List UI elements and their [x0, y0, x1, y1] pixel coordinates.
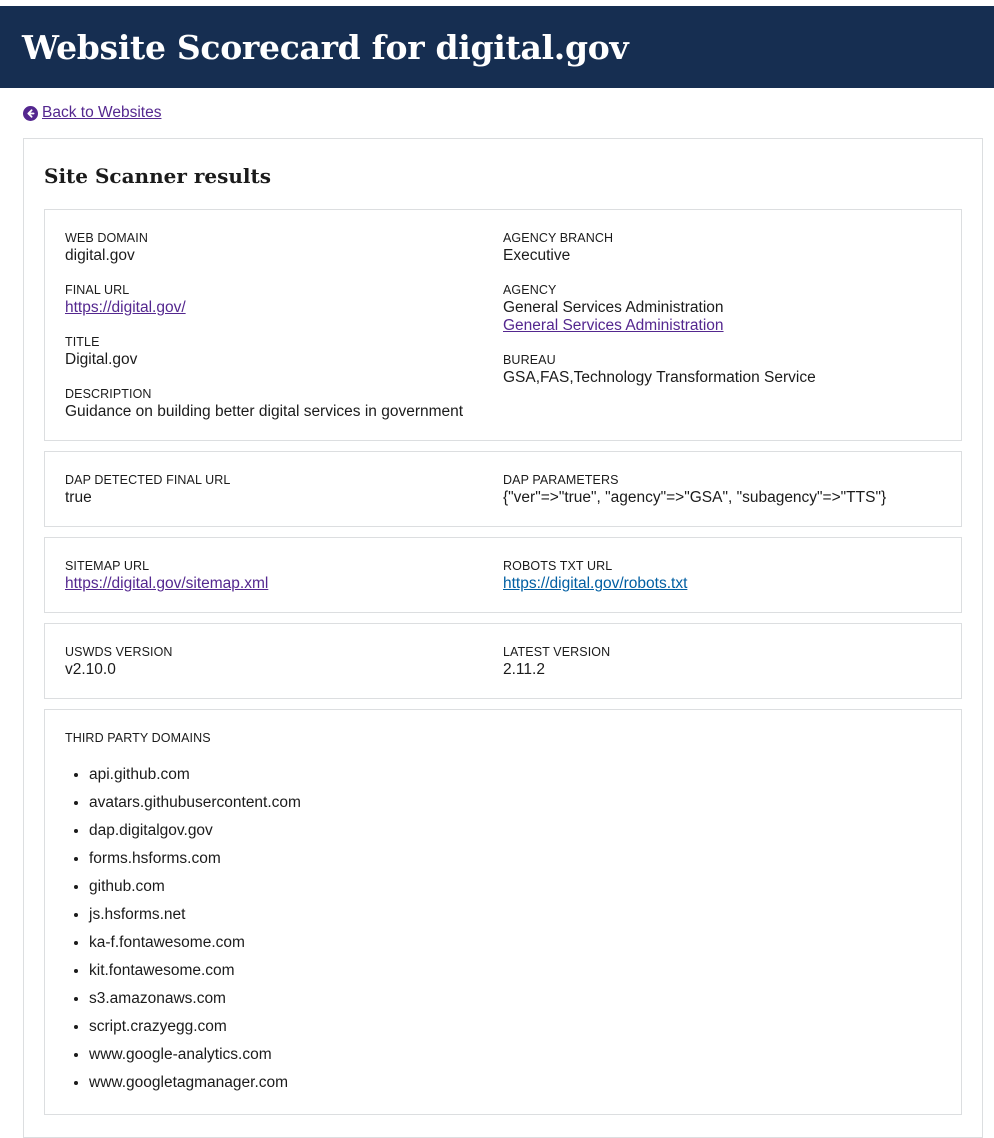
sitemap-field: SITEMAP URL https://digital.gov/sitemap.… — [65, 558, 268, 593]
dap-panel: DAP DETECTED FINAL URL true DAP PARAMETE… — [44, 451, 962, 527]
dap-parameters-label: DAP PARAMETERS — [503, 473, 619, 487]
list-item: kit.fontawesome.com — [89, 959, 301, 987]
list-item: s3.amazonaws.com — [89, 987, 301, 1015]
overview-panel: WEB DOMAIN digital.gov FINAL URL https:/… — [44, 209, 962, 441]
title-value: Digital.gov — [65, 351, 138, 368]
sitemap-label: SITEMAP URL — [65, 559, 150, 573]
final-url-field: FINAL URL https://digital.gov/ — [65, 282, 186, 317]
title-field: TITLE Digital.gov — [65, 334, 137, 369]
web-domain-field: WEB DOMAIN digital.gov — [65, 230, 148, 265]
robots-label: ROBOTS TXT URL — [503, 559, 613, 573]
latest-version-value: 2.11.2 — [503, 661, 545, 678]
dap-detected-field: DAP DETECTED FINAL URL true — [65, 472, 230, 507]
list-item: script.crazyegg.com — [89, 1015, 301, 1043]
description-field: DESCRIPTION Guidance on building better … — [65, 386, 463, 421]
latest-version-label: LATEST VERSION — [503, 645, 611, 659]
robots-link[interactable]: https://digital.gov/robots.txt — [503, 575, 687, 593]
list-item: forms.hsforms.com — [89, 847, 301, 875]
final-url-label: FINAL URL — [65, 283, 130, 297]
uswds-version-label: USWDS VERSION — [65, 645, 173, 659]
agency-branch-value: Executive — [503, 247, 571, 264]
list-item: js.hsforms.net — [89, 903, 301, 931]
agency-value: General Services Administration — [503, 299, 724, 316]
arrow-circle-left-icon — [23, 105, 38, 121]
bureau-value: GSA,FAS,Technology Transformation Servic… — [503, 369, 816, 386]
robots-field: ROBOTS TXT URL https://digital.gov/robot… — [503, 558, 687, 593]
list-item: www.google-analytics.com — [89, 1043, 301, 1071]
dap-detected-value: true — [65, 489, 92, 506]
dap-detected-label: DAP DETECTED FINAL URL — [65, 473, 231, 487]
uswds-panel: USWDS VERSION v2.10.0 LATEST VERSION 2.1… — [44, 623, 962, 699]
agency-field: AGENCY General Services Administration G… — [503, 282, 724, 335]
agency-link[interactable]: General Services Administration — [503, 317, 724, 335]
list-item: github.com — [89, 875, 301, 903]
sitemap-link[interactable]: https://digital.gov/sitemap.xml — [65, 575, 268, 593]
bureau-field: BUREAU GSA,FAS,Technology Transformation… — [503, 352, 816, 387]
agency-branch-label: AGENCY BRANCH — [503, 231, 614, 245]
list-item: www.googletagmanager.com — [89, 1071, 301, 1099]
agency-label: AGENCY — [503, 283, 557, 297]
bureau-label: BUREAU — [503, 353, 556, 367]
back-to-websites-link[interactable]: Back to Websites — [23, 104, 161, 122]
final-url-link[interactable]: https://digital.gov/ — [65, 299, 186, 317]
list-item: avatars.githubusercontent.com — [89, 791, 301, 819]
description-value: Guidance on building better digital serv… — [65, 403, 464, 420]
files-panel: SITEMAP URL https://digital.gov/sitemap.… — [44, 537, 962, 613]
list-item: api.github.com — [89, 763, 301, 791]
third-party-label: THIRD PARTY DOMAINS — [65, 731, 211, 745]
list-item: ka-f.fontawesome.com — [89, 931, 301, 959]
latest-version-field: LATEST VERSION 2.11.2 — [503, 644, 610, 679]
page-title: Website Scorecard for digital.gov — [22, 27, 629, 67]
third-party-field: THIRD PARTY DOMAINS — [65, 730, 211, 747]
list-item: dap.digitalgov.gov — [89, 819, 301, 847]
web-domain-value: digital.gov — [65, 247, 135, 264]
title-label: TITLE — [65, 335, 100, 349]
dap-parameters-value: {"ver"=>"true", "agency"=>"GSA", "subage… — [503, 489, 887, 506]
uswds-version-value: v2.10.0 — [65, 661, 116, 678]
third-party-panel: THIRD PARTY DOMAINS api.github.com avata… — [44, 709, 962, 1115]
section-title: Site Scanner results — [44, 164, 272, 188]
uswds-version-field: USWDS VERSION v2.10.0 — [65, 644, 173, 679]
agency-branch-field: AGENCY BRANCH Executive — [503, 230, 613, 265]
back-link-label: Back to Websites — [42, 104, 162, 121]
web-domain-label: WEB DOMAIN — [65, 231, 148, 245]
third-party-domain-list: api.github.com avatars.githubusercontent… — [70, 763, 301, 1099]
description-label: DESCRIPTION — [65, 387, 152, 401]
dap-parameters-field: DAP PARAMETERS {"ver"=>"true", "agency"=… — [503, 472, 886, 507]
page-header: Website Scorecard for digital.gov — [0, 6, 994, 88]
